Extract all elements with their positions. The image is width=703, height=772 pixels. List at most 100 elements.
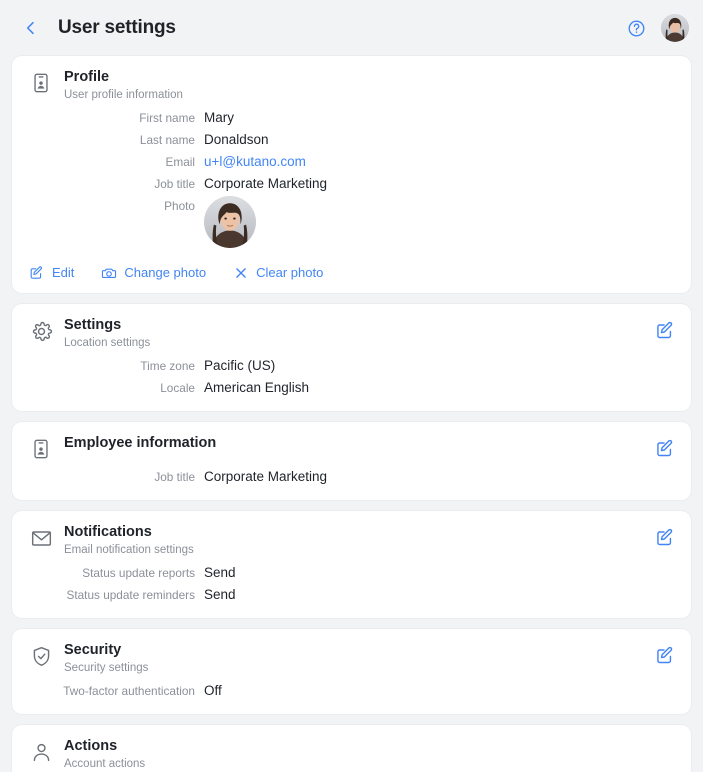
card-employee-information: Employee information Job title Corporate…: [12, 422, 691, 500]
card-subtitle: Security settings: [64, 662, 149, 674]
card-employee-titles: Employee information: [64, 434, 216, 452]
edit-security-button[interactable]: [655, 645, 675, 665]
field-value: Donaldson: [204, 132, 269, 147]
chevron-left-icon: [26, 21, 34, 35]
field-label: First name: [139, 111, 195, 125]
pencil-square-icon: [657, 646, 673, 664]
field-label: Job title: [154, 470, 195, 484]
field-value: Send: [204, 565, 236, 580]
field-locale: Locale American English: [28, 377, 675, 399]
card-actions: Actions Account actions Log out: [12, 725, 691, 772]
field-label: Two-factor authentication: [63, 684, 195, 698]
edit-button[interactable]: Edit: [28, 264, 74, 281]
help-circle-icon: [628, 20, 644, 36]
card-notifications-header: Notifications Email notification setting…: [28, 523, 675, 558]
field-status-update-reminders: Status update reminders Send: [28, 584, 675, 606]
edit-employee-information-button[interactable]: [655, 438, 675, 458]
field-value: Mary: [204, 110, 234, 125]
card-title: Settings: [64, 317, 122, 333]
action-label: Clear photo: [256, 265, 324, 280]
profile-photo[interactable]: [204, 196, 256, 248]
card-subtitle: Location settings: [64, 337, 151, 349]
change-photo-button[interactable]: Change photo: [100, 264, 206, 281]
card-security-header: Security Security settings: [28, 641, 675, 676]
profile-fields: First name Mary Last name Donaldson Emai…: [28, 107, 675, 248]
card-title: Actions: [64, 738, 118, 754]
profile-actions: Edit Change photo Clear photo: [28, 264, 675, 281]
field-value: Pacific (US): [204, 358, 276, 373]
user-icon: [28, 739, 54, 765]
field-label: Status update reminders: [66, 588, 195, 602]
card-security: Security Security settings Two-factor au…: [12, 629, 691, 714]
field-value: Corporate Marketing: [204, 176, 328, 191]
card-subtitle: User profile information: [64, 89, 183, 101]
notifications-fields: Status update reports Send Status update…: [28, 562, 675, 606]
field-job-title: Job title Corporate Marketing: [28, 466, 675, 488]
card-actions-titles: Actions Account actions: [64, 737, 145, 772]
pencil-square-icon: [657, 528, 673, 546]
card-profile-titles: Profile User profile information: [64, 68, 183, 103]
field-label: Last name: [139, 133, 195, 147]
field-label: Time zone: [140, 359, 195, 373]
field-status-update-reports: Status update reports Send: [28, 562, 675, 584]
envelope-icon: [28, 525, 54, 551]
close-x-icon: [232, 264, 249, 281]
card-settings: Settings Location settings Time zone Pac…: [12, 304, 691, 411]
field-value: Send: [204, 587, 236, 602]
pencil-square-icon: [657, 439, 673, 457]
employee-fields: Job title Corporate Marketing: [28, 466, 675, 488]
settings-content: Profile User profile information First n…: [0, 56, 703, 772]
page-title: User settings: [58, 17, 176, 38]
field-value: Off: [204, 683, 222, 698]
card-employee-header: Employee information: [28, 434, 675, 462]
user-avatar-image: [661, 14, 689, 42]
card-subtitle: Email notification settings: [64, 544, 194, 556]
field-photo: Photo: [28, 195, 675, 248]
field-value-email-link[interactable]: u+l@kutano.com: [204, 151, 306, 173]
field-last-name: Last name Donaldson: [28, 129, 675, 151]
back-button[interactable]: [18, 15, 44, 41]
card-notifications: Notifications Email notification setting…: [12, 511, 691, 618]
card-settings-titles: Settings Location settings: [64, 316, 150, 351]
field-label: Email: [165, 155, 196, 169]
page-header: User settings: [0, 0, 703, 56]
edit-notifications-button[interactable]: [655, 527, 675, 547]
camera-icon: [100, 264, 117, 281]
field-value: Corporate Marketing: [204, 469, 328, 484]
card-security-titles: Security Security settings: [64, 641, 148, 676]
card-title: Notifications: [64, 524, 152, 540]
card-settings-header: Settings Location settings: [28, 316, 675, 351]
field-job-title: Job title Corporate Marketing: [28, 173, 675, 195]
card-actions-header: Actions Account actions: [28, 737, 675, 772]
field-label: Photo: [164, 199, 195, 213]
field-first-name: First name Mary: [28, 107, 675, 129]
card-profile-header: Profile User profile information: [28, 68, 675, 103]
id-card-icon: [28, 436, 54, 462]
field-time-zone: Time zone Pacific (US): [28, 355, 675, 377]
help-button[interactable]: [623, 15, 649, 41]
card-title: Security: [64, 642, 122, 658]
action-label: Edit: [52, 265, 75, 280]
card-notifications-titles: Notifications Email notification setting…: [64, 523, 194, 558]
profile-photo-image: [204, 196, 256, 248]
security-fields: Two-factor authentication Off: [28, 680, 675, 702]
clear-photo-button[interactable]: Clear photo: [232, 264, 323, 281]
field-email: Email u+l@kutano.com: [28, 151, 675, 173]
field-two-factor-authentication: Two-factor authentication Off: [28, 680, 675, 702]
card-profile: Profile User profile information First n…: [12, 56, 691, 293]
field-label: Locale: [160, 381, 195, 395]
card-title: Profile: [64, 69, 110, 85]
card-subtitle: Account actions: [64, 758, 146, 770]
action-label: Change photo: [124, 265, 207, 280]
settings-fields: Time zone Pacific (US) Locale American E…: [28, 355, 675, 399]
id-card-icon: [28, 70, 54, 96]
gear-icon: [28, 318, 54, 344]
field-label: Status update reports: [82, 566, 195, 580]
field-value: American English: [204, 380, 310, 395]
card-title: Employee information: [64, 435, 217, 451]
pencil-square-icon: [28, 264, 45, 281]
edit-settings-button[interactable]: [655, 320, 675, 340]
avatar[interactable]: [661, 14, 689, 42]
pencil-square-icon: [657, 321, 673, 339]
field-label: Job title: [154, 177, 195, 191]
